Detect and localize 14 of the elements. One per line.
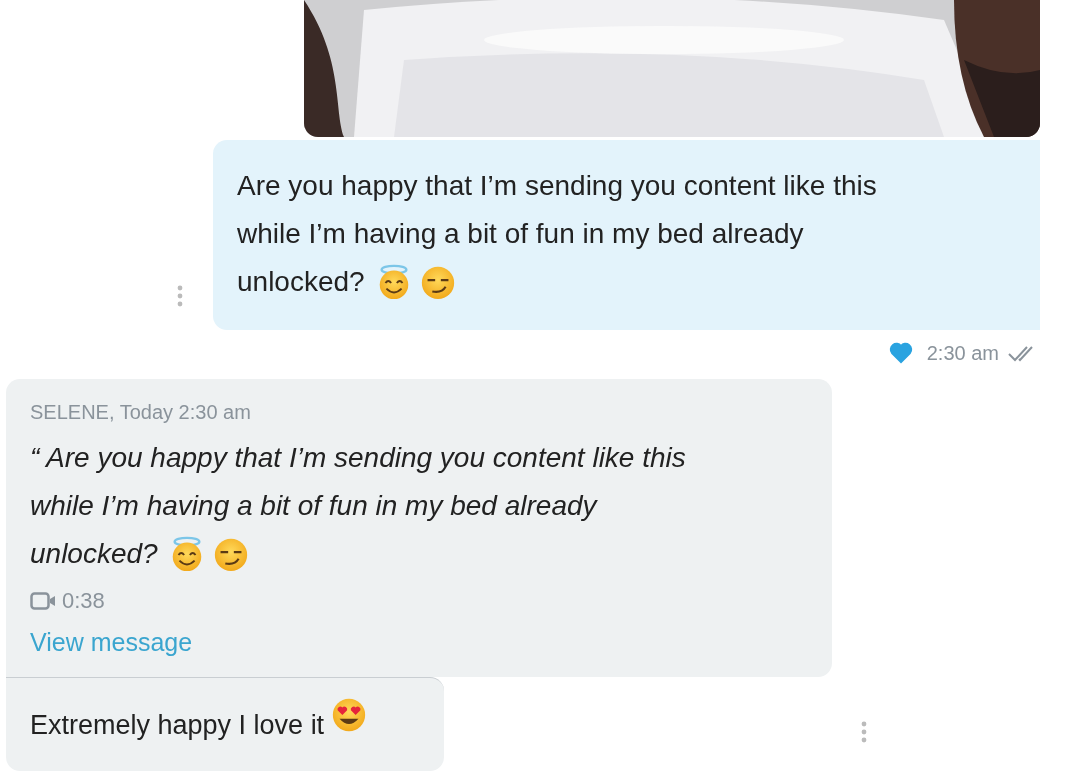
more-options-icon [860,721,868,743]
message-time: 2:30 am [926,341,999,365]
quoted-message: unlocked? [30,537,158,571]
message-text: Extremely happy I love it [30,710,325,740]
view-message-link[interactable]: View message [30,628,193,657]
quoted-message: while I’m having a bit of fun in my bed already [30,489,597,523]
video-duration: 0:38 [62,588,105,614]
more-options-icon [176,285,184,307]
message-text: while I’m having a bit of fun in my bed already [237,217,804,251]
video-camera-icon [30,591,56,611]
quoted-message: “ Are you happy that I’m sending you content like this [30,441,686,475]
message-text: unlocked? [237,265,365,299]
message-text: Are you happy that I’m sending you content like this [237,169,877,203]
sender-line: SELENE, Today 2:30 am [30,401,251,424]
